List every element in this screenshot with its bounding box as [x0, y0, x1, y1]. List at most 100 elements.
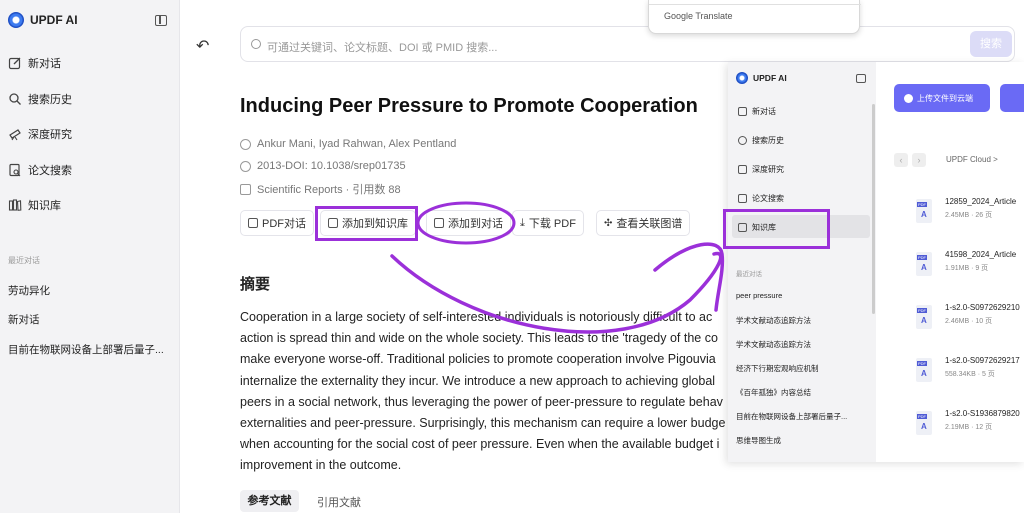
- sidebar-item-label: 新对话: [28, 58, 61, 70]
- pdf-chat-button[interactable]: PDF对话: [240, 210, 314, 236]
- overlay-screenshot: UPDF AI 新对话 搜索历史 深度研究 论文搜索 知识库 最近对话 peer…: [728, 62, 1024, 462]
- overlay-recent-item[interactable]: 《百年孤独》内容总结: [736, 387, 811, 398]
- new-folder-button[interactable]: [1000, 84, 1024, 112]
- abstract-line: when accounting for the social cost of p…: [240, 437, 720, 451]
- folder-nav: ‹ ›: [894, 153, 926, 167]
- abstract-line: peers in a social network, thus leveragi…: [240, 395, 723, 409]
- search-icon: [738, 136, 747, 145]
- telescope-icon: [9, 129, 21, 141]
- overlay-sidebar: UPDF AI 新对话 搜索历史 深度研究 论文搜索 知识库 最近对话 peer…: [728, 62, 876, 462]
- pdf-file-icon: PDF A: [916, 411, 932, 435]
- sidebar-item-label: 知识库: [28, 200, 61, 212]
- cloud-file-item[interactable]: PDF A 41598_2024_Article 1.91MB · 9 页: [916, 250, 1024, 290]
- abstract-line: action is spread thin and wide on the wh…: [240, 331, 718, 345]
- breadcrumb[interactable]: UPDF Cloud >: [946, 155, 998, 164]
- overlay-recent-item[interactable]: 经济下行期宏观响应机制: [736, 363, 819, 374]
- abstract-line: Cooperation in a large society of self-i…: [240, 310, 713, 324]
- file-name: 1-s2.0-S1936879820: [945, 409, 1020, 418]
- edit-icon: [8, 57, 21, 70]
- file-meta: 1.91MB · 9 页: [945, 265, 989, 272]
- sidebar-item-deep-research[interactable]: 深度研究: [8, 126, 72, 142]
- overlay-recent-item[interactable]: 思维导图生成: [736, 435, 781, 446]
- doi-text: 2013-DOI: 10.1038/srep01735: [257, 160, 406, 172]
- divider: [649, 4, 861, 5]
- nav-label: 深度研究: [752, 165, 784, 174]
- google-translate-popup[interactable]: Google Translate: [648, 0, 861, 34]
- sidebar-item-new-chat[interactable]: 新对话: [8, 55, 61, 71]
- sidebar-collapse-icon[interactable]: [155, 15, 167, 26]
- overlay-recent-item[interactable]: 学术文献动态追踪方法: [736, 315, 811, 326]
- overlay-nav-search-history[interactable]: 搜索历史: [738, 135, 784, 146]
- file-name: 1-s2.0-S0972629210: [945, 303, 1020, 312]
- scrollbar[interactable]: [872, 104, 875, 314]
- recent-chat-item[interactable]: 新对话: [8, 312, 40, 327]
- search-button[interactable]: 搜索: [970, 31, 1012, 57]
- paper-title: Inducing Peer Pressure to Promote Cooper…: [240, 95, 698, 117]
- download-pdf-button[interactable]: ⤓ 下载 PDF: [512, 210, 584, 236]
- abstract-heading: 摘要: [240, 276, 271, 293]
- sidebar-item-label: 论文搜索: [28, 165, 72, 177]
- pdf-file-icon: PDF A: [916, 252, 932, 276]
- sidebar: UPDF AI 新对话 搜索历史 深度研究 论文搜索 知识库 最近对话 劳动异化…: [0, 0, 180, 513]
- person-icon: [240, 138, 251, 150]
- upload-to-cloud-button[interactable]: 上传文件到云端: [894, 84, 990, 112]
- button-label: 下载 PDF: [528, 218, 576, 230]
- search-input[interactable]: 可通过关键词、论文标题、DOI 或 PMID 搜索...: [267, 39, 497, 55]
- file-meta: 2.19MB · 12 页: [945, 424, 993, 431]
- recent-chat-item[interactable]: 目前在物联网设备上部署后量子...: [8, 342, 164, 357]
- journal-text: Scientific Reports · 引用数 88: [257, 184, 401, 196]
- cloud-file-item[interactable]: PDF A 1-s2.0-S0972629210 2.46MB · 10 页: [916, 303, 1024, 343]
- overlay-nav-new-chat[interactable]: 新对话: [738, 106, 776, 117]
- abstract-line: externalities and peer-pressure. Surpris…: [240, 416, 726, 430]
- cloud-file-item[interactable]: PDF A 1-s2.0-S1936879820 2.19MB · 12 页: [916, 409, 1024, 449]
- overlay-recent-item[interactable]: peer pressure: [736, 291, 782, 300]
- overlay-app-name: UPDF AI: [753, 73, 787, 83]
- sidebar-item-paper-search[interactable]: 论文搜索: [8, 162, 72, 178]
- paper-journal: Scientific Reports · 引用数 88: [240, 181, 401, 197]
- overlay-recent-item[interactable]: 学术文献动态追踪方法: [736, 339, 811, 350]
- paper-authors: Ankur Mani, Iyad Rahwan, Alex Pentland: [240, 138, 456, 150]
- highlight-add-to-knowledge-base: [315, 206, 418, 241]
- updf-logo-icon: [8, 12, 24, 28]
- document-search-icon: [9, 163, 21, 177]
- overlay-recent-item[interactable]: 目前在物联网设备上部署后量子...: [736, 411, 847, 422]
- app-logo: UPDF AI: [8, 12, 78, 28]
- upload-icon: [904, 93, 913, 103]
- button-label: 添加到对话: [448, 218, 503, 230]
- related-graph-button[interactable]: ✣ 查看关联图谱: [596, 210, 691, 236]
- file-name: 41598_2024_Article: [945, 250, 1017, 259]
- cloud-file-item[interactable]: PDF A 1-s2.0-S0972629217 558.34KB · 5 页: [916, 356, 1024, 396]
- overlay-cloud-panel: 上传文件到云端 ‹ › UPDF Cloud > PDF A 12859_2024…: [876, 62, 1024, 462]
- nav-label: 新对话: [752, 107, 776, 116]
- file-meta: 2.45MB · 26 页: [945, 212, 993, 219]
- file-meta: 558.34KB · 5 页: [945, 371, 995, 378]
- add-to-chat-button[interactable]: 添加到对话: [426, 210, 511, 236]
- file-name: 1-s2.0-S0972629217: [945, 356, 1020, 365]
- search-icon: [9, 93, 21, 105]
- back-arrow-icon[interactable]: ‹: [894, 153, 908, 167]
- sidebar-item-label: 深度研究: [28, 129, 72, 141]
- updf-logo-icon: [736, 72, 748, 84]
- overlay-nav-deep-research[interactable]: 深度研究: [738, 164, 784, 175]
- cloud-file-item[interactable]: PDF A 12859_2024_Article 2.45MB · 26 页: [916, 197, 1024, 237]
- search-icon: [251, 39, 261, 49]
- sidebar-collapse-icon[interactable]: [856, 74, 866, 83]
- sidebar-item-knowledge-base[interactable]: 知识库: [8, 197, 61, 213]
- forward-arrow-icon[interactable]: ›: [912, 153, 926, 167]
- back-arrow-icon[interactable]: ↶: [196, 36, 209, 56]
- paper-doi: 2013-DOI: 10.1038/srep01735: [240, 160, 406, 172]
- highlight-overlay-knowledge-base: [723, 209, 830, 249]
- tab-citations[interactable]: 引用文献: [317, 494, 361, 510]
- recent-chat-item[interactable]: 劳动异化: [8, 283, 50, 298]
- button-label: 上传文件到云端: [917, 93, 973, 103]
- app-name: UPDF AI: [30, 13, 78, 27]
- search-bar[interactable]: 可通过关键词、论文标题、DOI 或 PMID 搜索...: [240, 26, 1015, 62]
- sidebar-item-search-history[interactable]: 搜索历史: [8, 91, 72, 107]
- overlay-recent-label: 最近对话: [736, 271, 762, 278]
- recent-chats-label: 最近对话: [8, 256, 40, 265]
- download-icon: ⤓: [520, 216, 525, 229]
- clock-icon: [240, 160, 251, 172]
- tab-references[interactable]: 参考文献: [240, 490, 299, 512]
- overlay-nav-paper-search[interactable]: 论文搜索: [738, 193, 784, 204]
- authors-text: Ankur Mani, Iyad Rahwan, Alex Pentland: [257, 138, 457, 150]
